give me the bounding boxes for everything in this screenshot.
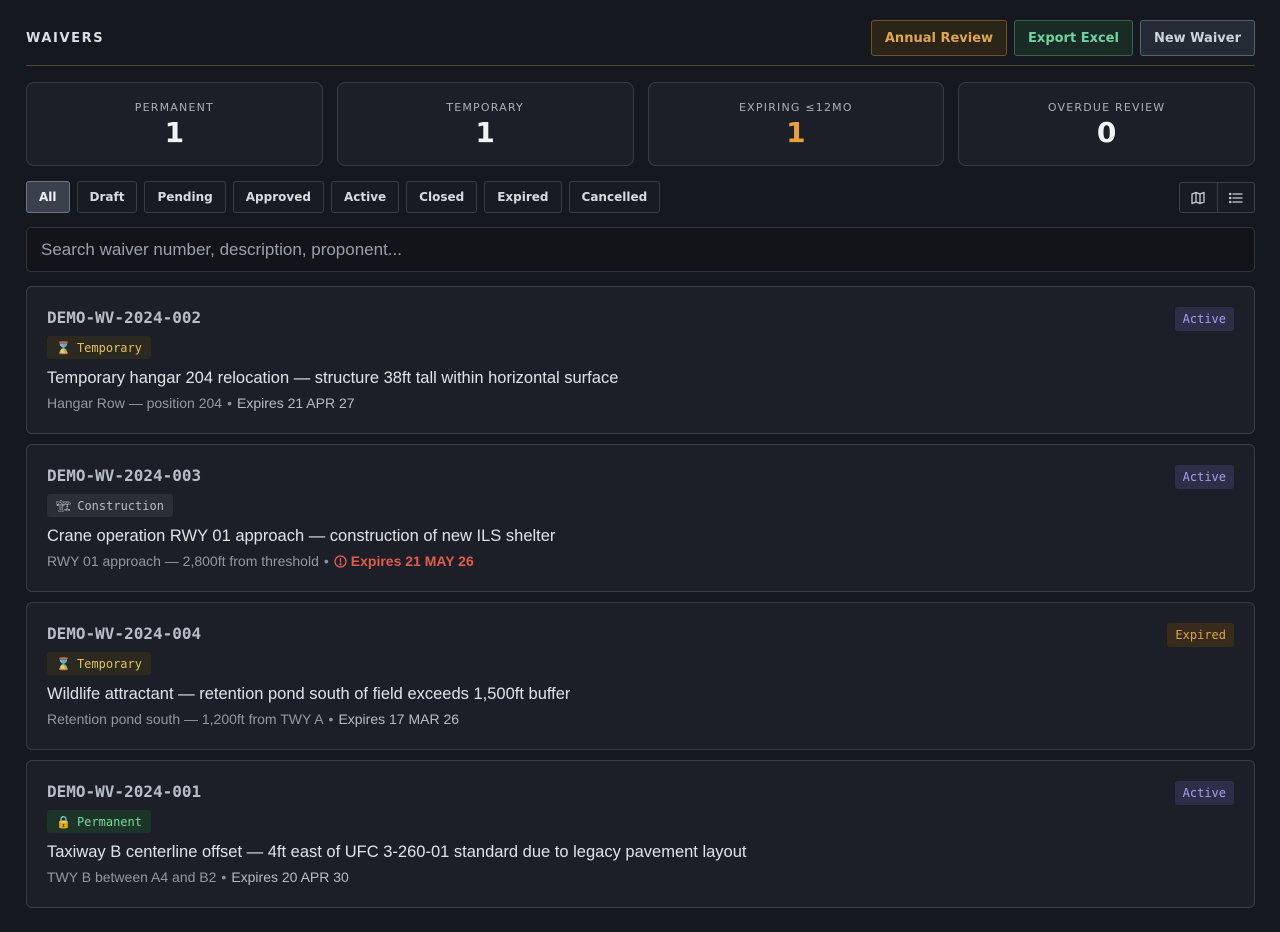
waiver-card[interactable]: DEMO-WV-2024-004 ⌛ Temporary Wildlife at… <box>26 602 1255 750</box>
meta-separator: • <box>221 869 227 885</box>
status-filter-bar: All Draft Pending Approved Active Closed… <box>26 181 661 213</box>
page-title: WAIVERS <box>26 31 105 46</box>
waiver-number: DEMO-WV-2024-002 <box>47 308 202 327</box>
waiver-type-label: Temporary <box>76 656 142 671</box>
hourglass-icon: ⌛ <box>56 340 71 355</box>
waiver-description: Wildlife attractant — retention pond sou… <box>47 685 571 703</box>
stat-label: OVERDUE REVIEW <box>1047 101 1166 114</box>
stat-temporary: TEMPORARY 1 <box>336 82 634 166</box>
waiver-type-label: Permanent <box>76 814 142 829</box>
status-badge: Expired <box>1167 623 1234 647</box>
list-icon <box>1228 192 1243 203</box>
waiver-description: Taxiway B centerline offset — 4ft east o… <box>47 843 747 861</box>
waiver-number: DEMO-WV-2024-003 <box>47 466 202 485</box>
stat-label: TEMPORARY <box>446 101 524 114</box>
crane-icon: 🏗 <box>56 498 72 513</box>
map-view-button[interactable] <box>1180 183 1217 212</box>
waiver-expiry-alert: Expires 21 MAY 26 <box>334 553 474 569</box>
filter-draft[interactable]: Draft <box>76 181 138 213</box>
stat-value: 1 <box>475 116 495 149</box>
stat-value: 1 <box>164 116 185 149</box>
waiver-location: RWY 01 approach — 2,800ft from threshold <box>47 553 319 569</box>
status-badge: Active <box>1174 465 1234 489</box>
filter-closed[interactable]: Closed <box>406 181 478 213</box>
waiver-number: DEMO-WV-2024-001 <box>47 782 202 801</box>
waiver-card[interactable]: DEMO-WV-2024-002 ⌛ Temporary Temporary h… <box>26 286 1255 434</box>
meta-separator: • <box>323 553 329 569</box>
waiver-meta: RWY 01 approach — 2,800ft from threshold… <box>47 553 1234 569</box>
waiver-description: Crane operation RWY 01 approach — constr… <box>47 527 556 545</box>
waiver-meta: Retention pond south — 1,200ft from TWY … <box>47 711 1234 727</box>
waiver-card[interactable]: DEMO-WV-2024-001 🔒 Permanent Taxiway B c… <box>26 760 1255 908</box>
waiver-expiry: Expires 17 MAR 26 <box>338 711 460 727</box>
stat-permanent: PERMANENT 1 <box>26 82 323 166</box>
export-excel-button[interactable]: Export Excel <box>1014 20 1133 56</box>
stat-expiring: EXPIRING ≤12MO 1 <box>647 82 945 166</box>
status-badge: Active <box>1174 307 1234 331</box>
hourglass-icon: ⌛ <box>56 656 71 671</box>
alert-circle-icon <box>334 554 347 568</box>
meta-separator: • <box>227 395 233 411</box>
waiver-expiry: Expires 20 APR 30 <box>231 869 349 885</box>
header-actions: Annual Review Export Excel New Waiver <box>870 20 1255 56</box>
waiver-expiry: Expires 21 APR 27 <box>237 395 355 411</box>
new-waiver-button[interactable]: New Waiver <box>1139 20 1255 56</box>
lock-icon: 🔒 <box>56 814 71 829</box>
filter-cancelled[interactable]: Cancelled <box>568 181 661 213</box>
stat-label: EXPIRING ≤12MO <box>739 101 853 114</box>
stat-overdue-review: OVERDUE REVIEW 0 <box>958 82 1255 166</box>
waiver-type-label: Temporary <box>76 340 142 355</box>
waiver-location: TWY B between A4 and B2 <box>47 869 217 885</box>
stat-value: 0 <box>1096 116 1117 149</box>
stat-label: PERMANENT <box>134 101 214 114</box>
waiver-card[interactable]: DEMO-WV-2024-003 🏗 Construction Crane op… <box>26 444 1255 592</box>
annual-review-button[interactable]: Annual Review <box>870 20 1008 56</box>
stats-row: PERMANENT 1 TEMPORARY 1 EXPIRING ≤12MO 1… <box>26 82 1255 166</box>
stat-value: 1 <box>786 116 806 149</box>
page-header: WAIVERS Annual Review Export Excel New W… <box>26 20 1255 66</box>
waiver-expiry: Expires 21 MAY 26 <box>350 553 474 569</box>
waiver-location: Hangar Row — position 204 <box>47 395 223 411</box>
waiver-type-label: Construction <box>77 498 164 513</box>
waiver-location: Retention pond south — 1,200ft from TWY … <box>47 711 324 727</box>
filter-pending[interactable]: Pending <box>144 181 226 213</box>
meta-separator: • <box>328 711 334 727</box>
waiver-meta: Hangar Row — position 204 • Expires 21 A… <box>47 395 1234 411</box>
filter-active[interactable]: Active <box>330 181 400 213</box>
waiver-description: Temporary hangar 204 relocation — struct… <box>47 369 619 387</box>
status-badge: Active <box>1174 781 1234 805</box>
filter-approved[interactable]: Approved <box>232 181 324 213</box>
waiver-number: DEMO-WV-2024-004 <box>47 624 202 643</box>
list-view-button[interactable] <box>1216 183 1255 212</box>
waiver-type-tag: 🔒 Permanent <box>47 810 151 833</box>
filter-all[interactable]: All <box>26 181 70 213</box>
waiver-type-tag: 🏗 Construction <box>47 494 173 517</box>
waiver-meta: TWY B between A4 and B2 • Expires 20 APR… <box>47 869 1234 885</box>
map-icon <box>1191 191 1205 204</box>
view-toggle <box>1179 182 1255 213</box>
waiver-type-tag: ⌛ Temporary <box>47 652 151 675</box>
waiver-type-tag: ⌛ Temporary <box>47 336 151 359</box>
search-input[interactable] <box>26 227 1255 272</box>
filter-expired[interactable]: Expired <box>484 181 562 213</box>
waiver-list: DEMO-WV-2024-002 ⌛ Temporary Temporary h… <box>26 286 1255 918</box>
